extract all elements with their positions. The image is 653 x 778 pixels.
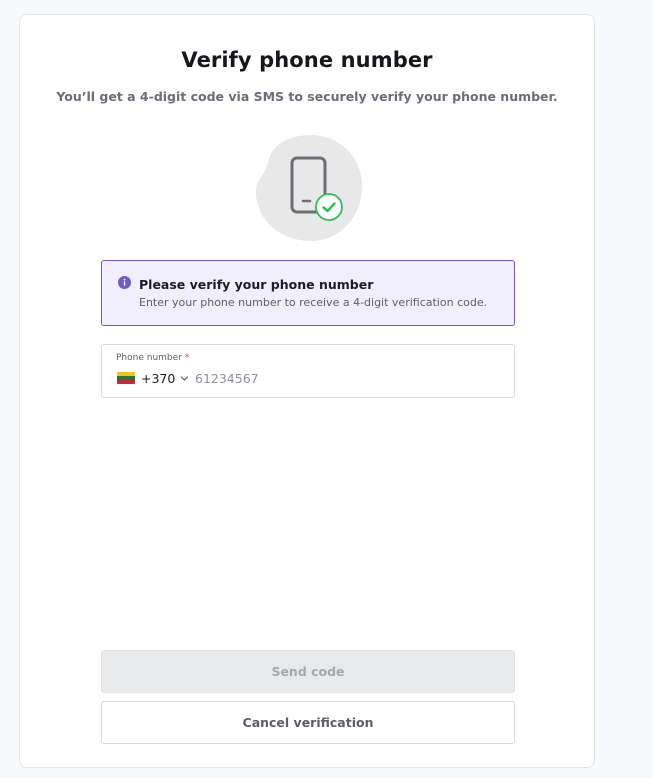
send-code-button[interactable]: Send code [101, 650, 515, 693]
cancel-verification-button[interactable]: Cancel verification [101, 701, 515, 744]
verify-notice: Please verify your phone number Enter yo… [101, 260, 515, 326]
illustration-blob [255, 134, 363, 241]
notice-title: Please verify your phone number [139, 277, 374, 292]
phone-label-text: Phone number [116, 353, 182, 363]
phone-number-field: Phone number * +370 [101, 344, 515, 398]
info-icon [118, 276, 131, 289]
verify-phone-card: Verify phone number You’ll get a 4-digit… [19, 14, 595, 768]
phone-number-label: Phone number * [116, 353, 189, 363]
country-code-select[interactable]: +370 [141, 371, 175, 386]
page-subtitle: You’ll get a 4-digit code via SMS to sec… [56, 89, 558, 104]
lithuania-flag-icon[interactable] [117, 372, 135, 384]
page-title: Verify phone number [181, 48, 433, 72]
required-marker: * [184, 353, 190, 363]
notice-text: Enter your phone number to receive a 4-d… [139, 296, 488, 309]
phone-check-icon [255, 134, 363, 241]
phone-number-input[interactable] [195, 368, 495, 388]
chevron-down-icon[interactable] [180, 374, 189, 383]
